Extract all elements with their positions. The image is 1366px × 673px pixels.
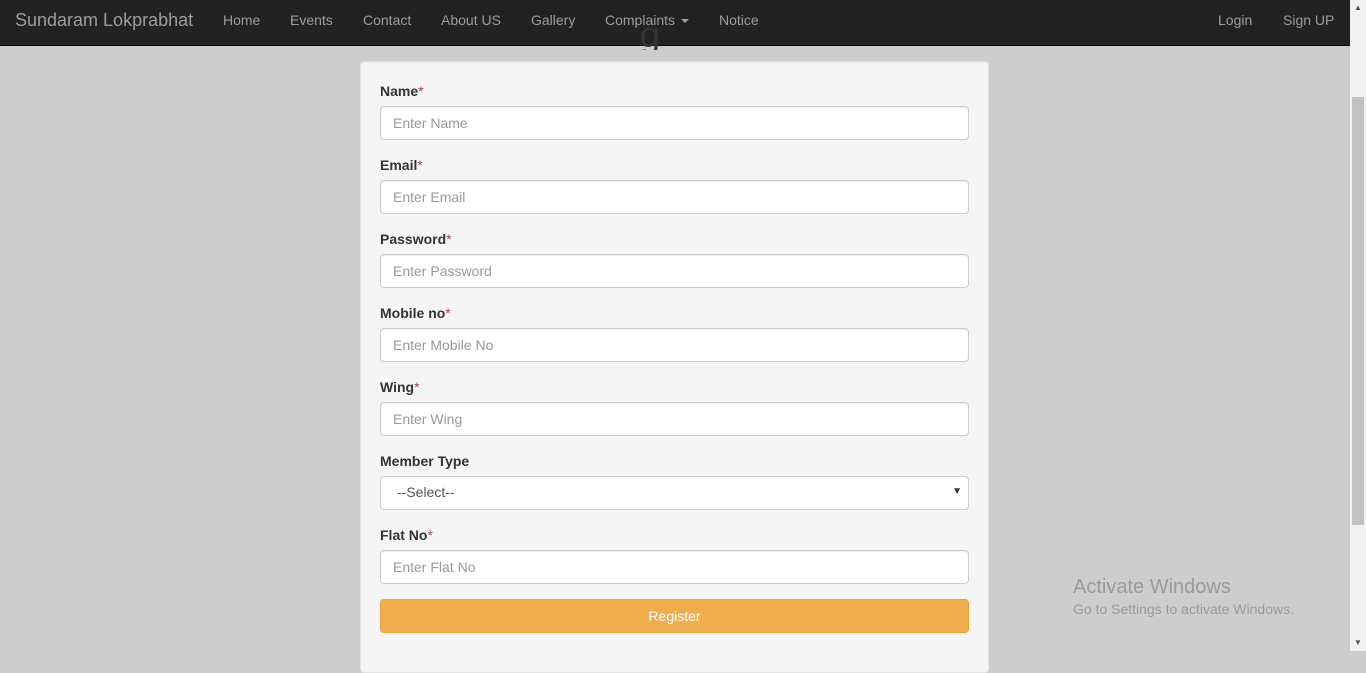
- activate-windows-subtitle: Go to Settings to activate Windows.: [1073, 601, 1294, 617]
- nav-login[interactable]: Login: [1218, 12, 1252, 28]
- nav-home[interactable]: Home: [223, 12, 260, 28]
- wing-input[interactable]: [380, 402, 969, 436]
- nav-events[interactable]: Events: [290, 12, 333, 28]
- email-input[interactable]: [380, 180, 969, 214]
- password-input[interactable]: [380, 254, 969, 288]
- brand-link[interactable]: Sundaram Lokprabhat: [15, 10, 193, 31]
- nav-contact[interactable]: Contact: [363, 12, 411, 28]
- scrollbar-thumb[interactable]: [1352, 97, 1364, 525]
- flat-no-label: Flat No*: [380, 527, 433, 543]
- nav-gallery[interactable]: Gallery: [531, 12, 575, 28]
- email-label: Email*: [380, 157, 423, 173]
- mobile-input[interactable]: [380, 328, 969, 362]
- flat-no-input[interactable]: [380, 550, 969, 584]
- nav-sign-up[interactable]: Sign UP: [1283, 12, 1334, 28]
- wing-label: Wing*: [380, 379, 420, 395]
- nav-notice[interactable]: Notice: [719, 12, 759, 28]
- activate-windows-title: Activate Windows: [1073, 576, 1231, 598]
- register-button[interactable]: Register: [380, 599, 969, 633]
- member-type-selected: --Select--: [397, 484, 455, 500]
- mobile-label: Mobile no*: [380, 305, 451, 321]
- name-input[interactable]: [380, 106, 969, 140]
- top-navbar: Sundaram Lokprabhat Home Events Contact …: [0, 0, 1350, 46]
- select-arrow-icon: ▼: [952, 486, 962, 497]
- name-label: Name*: [380, 83, 424, 99]
- caret-down-icon: [681, 19, 690, 24]
- scroll-up-arrow-icon[interactable]: ▲: [1354, 3, 1362, 12]
- page-heading: g: [640, 20, 661, 50]
- member-type-label: Member Type: [380, 453, 470, 469]
- password-label: Password*: [380, 231, 452, 247]
- vertical-scrollbar[interactable]: ▲ ▼: [1350, 0, 1366, 651]
- member-type-select[interactable]: --Select-- ▼: [380, 476, 969, 510]
- nav-about-us[interactable]: About US: [441, 12, 501, 28]
- scroll-down-arrow-icon[interactable]: ▼: [1354, 638, 1362, 647]
